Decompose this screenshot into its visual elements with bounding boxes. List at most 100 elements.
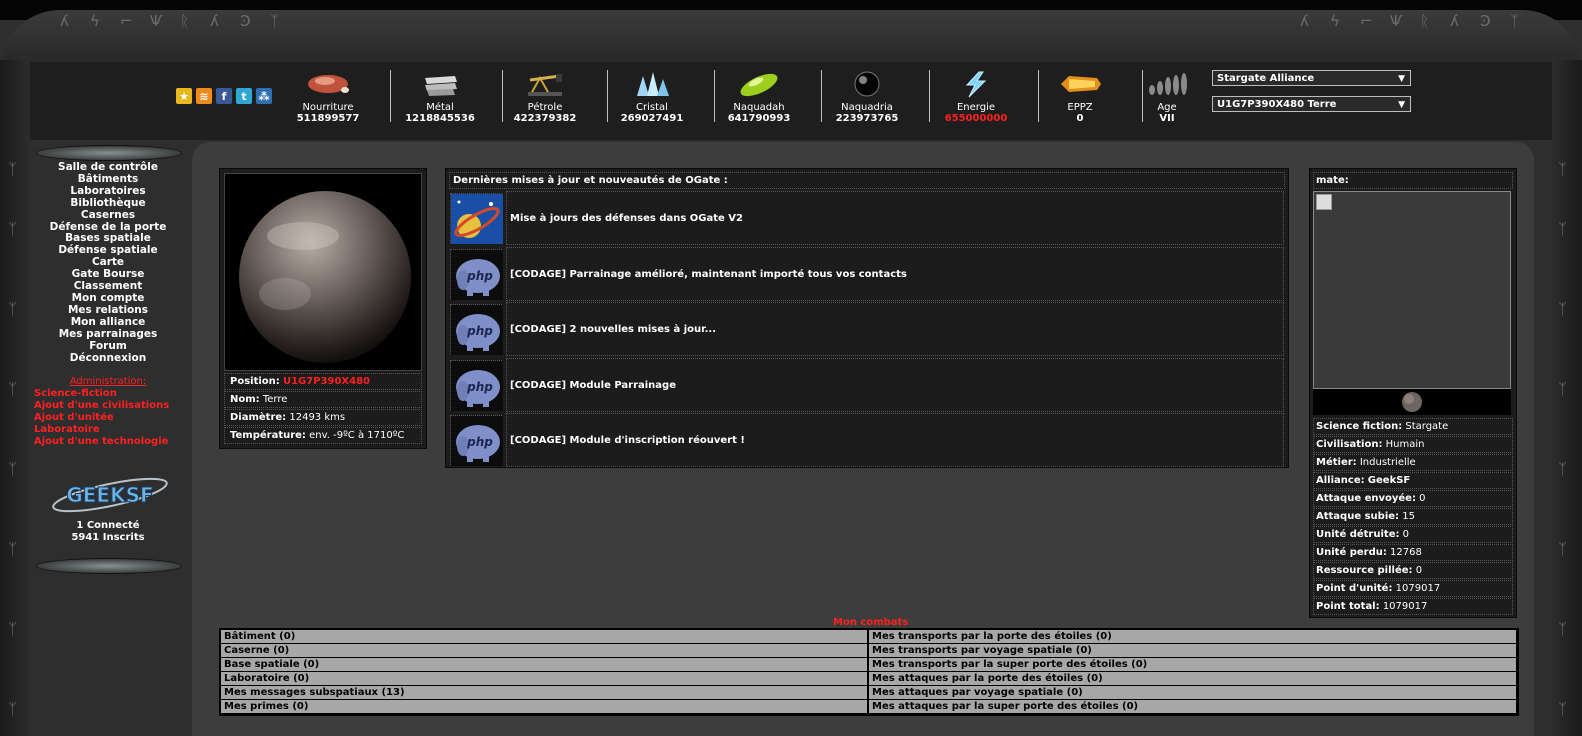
news-item[interactable]: php [CODAGE] Module d'inscription réouver… xyxy=(449,413,1285,467)
news-item[interactable]: Mise à jours des défenses dans OGate V2 xyxy=(449,191,1285,245)
user-stat-value: Industrielle xyxy=(1359,457,1416,468)
fight-row-left[interactable]: Laboratoire (0) xyxy=(221,672,867,685)
ring-decoration-top xyxy=(36,145,182,161)
fight-row-right[interactable]: Mes transports par la porte des étoiles … xyxy=(869,630,1516,643)
sidebar-item[interactable]: Laboratoires xyxy=(40,185,176,198)
user-stat-label: Civilisation: xyxy=(1316,439,1383,450)
admin-link[interactable]: Ajout d'unitée xyxy=(34,412,194,424)
sidebar-item[interactable]: Casernes xyxy=(40,209,176,222)
user-stat-value: 1079017 xyxy=(1395,583,1441,594)
resource-naquadria: Naquadria 223973765 xyxy=(815,70,919,126)
user-stat-row: Ressource pillée: 0 xyxy=(1313,562,1513,579)
user-stat-value: GeekSF xyxy=(1367,475,1411,486)
resource-métal: Métal 1218845536 xyxy=(388,70,492,126)
news-item-text: [CODAGE] Module Parrainage xyxy=(506,357,1284,412)
registered-count: 5941 Inscrits xyxy=(71,532,145,543)
frame-glyph: ᛉ xyxy=(8,380,18,398)
news-item[interactable]: php [CODAGE] Parrainage amélioré, mainten… xyxy=(449,246,1285,301)
admin-link[interactable]: Ajout d'une technologie xyxy=(34,436,194,448)
resource-value: VII xyxy=(1159,113,1175,124)
favorite-icon[interactable]: ★ xyxy=(176,88,192,104)
planet-diameter: 12493 kms xyxy=(289,412,346,423)
planet-temperature-row: Température: env. -9ºC à 1710ºC xyxy=(224,427,422,444)
frame-glyph: ᛉ xyxy=(1558,380,1568,398)
twitter-icon[interactable]: t xyxy=(236,88,252,104)
sidebar-nav: Salle de contrôle Bâtiments Laboratoires Bi… xyxy=(40,161,176,365)
frame-glyph: ᛉ xyxy=(8,300,18,318)
metal-icon xyxy=(417,70,463,98)
fight-row-right[interactable]: Mes attaques par la super porte des étoi… xyxy=(869,700,1516,713)
planet-name: Terre xyxy=(262,394,288,405)
resource-name: Age xyxy=(1157,102,1177,113)
space-icon xyxy=(450,193,503,244)
news-item[interactable]: php [CODAGE] Module Parrainage xyxy=(449,357,1285,412)
oil-pump-icon xyxy=(522,70,568,98)
fight-row-left[interactable]: Base spatiale (0) xyxy=(221,658,867,671)
facebook-icon[interactable]: f xyxy=(216,88,232,104)
news-item-text: Mise à jours des défenses dans OGate V2 xyxy=(506,191,1284,245)
frame-glyph: ʎ xyxy=(210,12,219,30)
frame-glyph: ⌐ xyxy=(1360,12,1373,30)
user-stat-label: Point total: xyxy=(1316,601,1380,612)
naquadah-icon xyxy=(736,70,782,98)
fight-row-right[interactable]: Mes transports par voyage spatiale (0) xyxy=(869,644,1516,657)
php-icon: php xyxy=(450,415,503,466)
fight-row-right[interactable]: Mes attaques par voyage spatiale (0) xyxy=(869,686,1516,699)
user-stat-label: Point d'unité: xyxy=(1316,583,1393,594)
resource-cristal: Cristal 269027491 xyxy=(600,70,704,126)
admin-link[interactable]: Science-fiction xyxy=(34,388,194,400)
frame-glyph: ᚱ xyxy=(180,12,190,30)
user-stat-row: Attaque subie: 15 xyxy=(1313,508,1513,525)
php-icon: php xyxy=(450,359,503,411)
planet-diameter-row: Diamètre: 12493 kms xyxy=(224,409,422,426)
sidebar-item[interactable]: Forum xyxy=(40,340,176,353)
frame-glyph: ʎ xyxy=(1300,12,1309,30)
user-stat-label: Unité perdu: xyxy=(1316,547,1387,558)
admin-link[interactable]: Ajout d'une civilisations xyxy=(34,400,194,412)
planet-temperature: env. -9ºC à 1710ºC xyxy=(309,430,405,441)
sidebar-item[interactable]: Mes parrainages xyxy=(40,328,176,341)
frame-glyph: ᛉ xyxy=(8,700,18,718)
alliance-select[interactable]: Stargate Alliance ▼ xyxy=(1212,70,1411,86)
resource-value: 511899577 xyxy=(296,113,360,124)
user-stat-label: Métier: xyxy=(1316,457,1357,468)
frame-glyph: ʎ xyxy=(60,12,69,30)
resource-name: Cristal xyxy=(636,102,668,113)
planet-position: U1G7P390X480 xyxy=(282,376,370,387)
meat-icon xyxy=(305,70,351,98)
news-item[interactable]: php [CODAGE] 2 nouvelles mises à jour... xyxy=(449,302,1285,356)
frame-glyph: ϟ xyxy=(1330,12,1340,30)
frame-glyph: Ͽ xyxy=(1480,12,1491,30)
user-stat-value: 0 xyxy=(1419,493,1426,504)
sidebar-item[interactable]: Bibliothèque xyxy=(40,197,176,210)
svg-text:php: php xyxy=(466,380,493,394)
frame-glyph: Ѱ xyxy=(1390,12,1403,30)
user-stat-value: Stargate xyxy=(1405,421,1449,432)
frame-glyph: ᛉ xyxy=(1558,300,1568,318)
admin-menu: Administration: Science-fiction Ajout d'u… xyxy=(34,376,194,447)
chevron-down-icon: ▼ xyxy=(1398,74,1405,84)
resource-value: 641790993 xyxy=(727,113,791,124)
fight-row-right[interactable]: Mes transports par la super porte des ét… xyxy=(869,658,1516,671)
frame-glyph: ᛉ xyxy=(8,460,18,478)
admin-link[interactable]: Laboratoire xyxy=(34,424,194,436)
sidebar-item[interactable]: Mes relations xyxy=(40,304,176,317)
user-stat-label: Alliance: xyxy=(1316,475,1365,486)
user-panel: mate: Science fiction: Stargate Civilisat… xyxy=(1309,168,1517,618)
myspace-icon[interactable]: ⁂ xyxy=(256,88,272,104)
fight-row-left[interactable]: Mes primes (0) xyxy=(221,700,867,713)
sidebar-item[interactable]: Déconnexion xyxy=(40,352,176,365)
resource-value: 655000000 xyxy=(944,113,1008,124)
rss-icon[interactable]: ≋ xyxy=(196,88,212,104)
sidebar-item[interactable]: Mon alliance xyxy=(40,316,176,329)
frame-glyph: ᛉ xyxy=(1510,12,1520,30)
php-icon: php xyxy=(450,304,503,355)
resource-name: Nourriture xyxy=(302,102,354,113)
fight-row-left[interactable]: Caserne (0) xyxy=(221,644,867,657)
fight-row-left[interactable]: Bâtiment (0) xyxy=(221,630,867,643)
svg-text:php: php xyxy=(466,269,493,283)
fight-row-right[interactable]: Mes attaques par la porte des étoiles (0… xyxy=(869,672,1516,685)
user-planet-thumb xyxy=(1313,389,1511,415)
fight-row-left[interactable]: Mes messages subspatiaux (13) xyxy=(221,686,867,699)
planet-select[interactable]: U1G7P390X480 Terre ▼ xyxy=(1212,96,1411,112)
